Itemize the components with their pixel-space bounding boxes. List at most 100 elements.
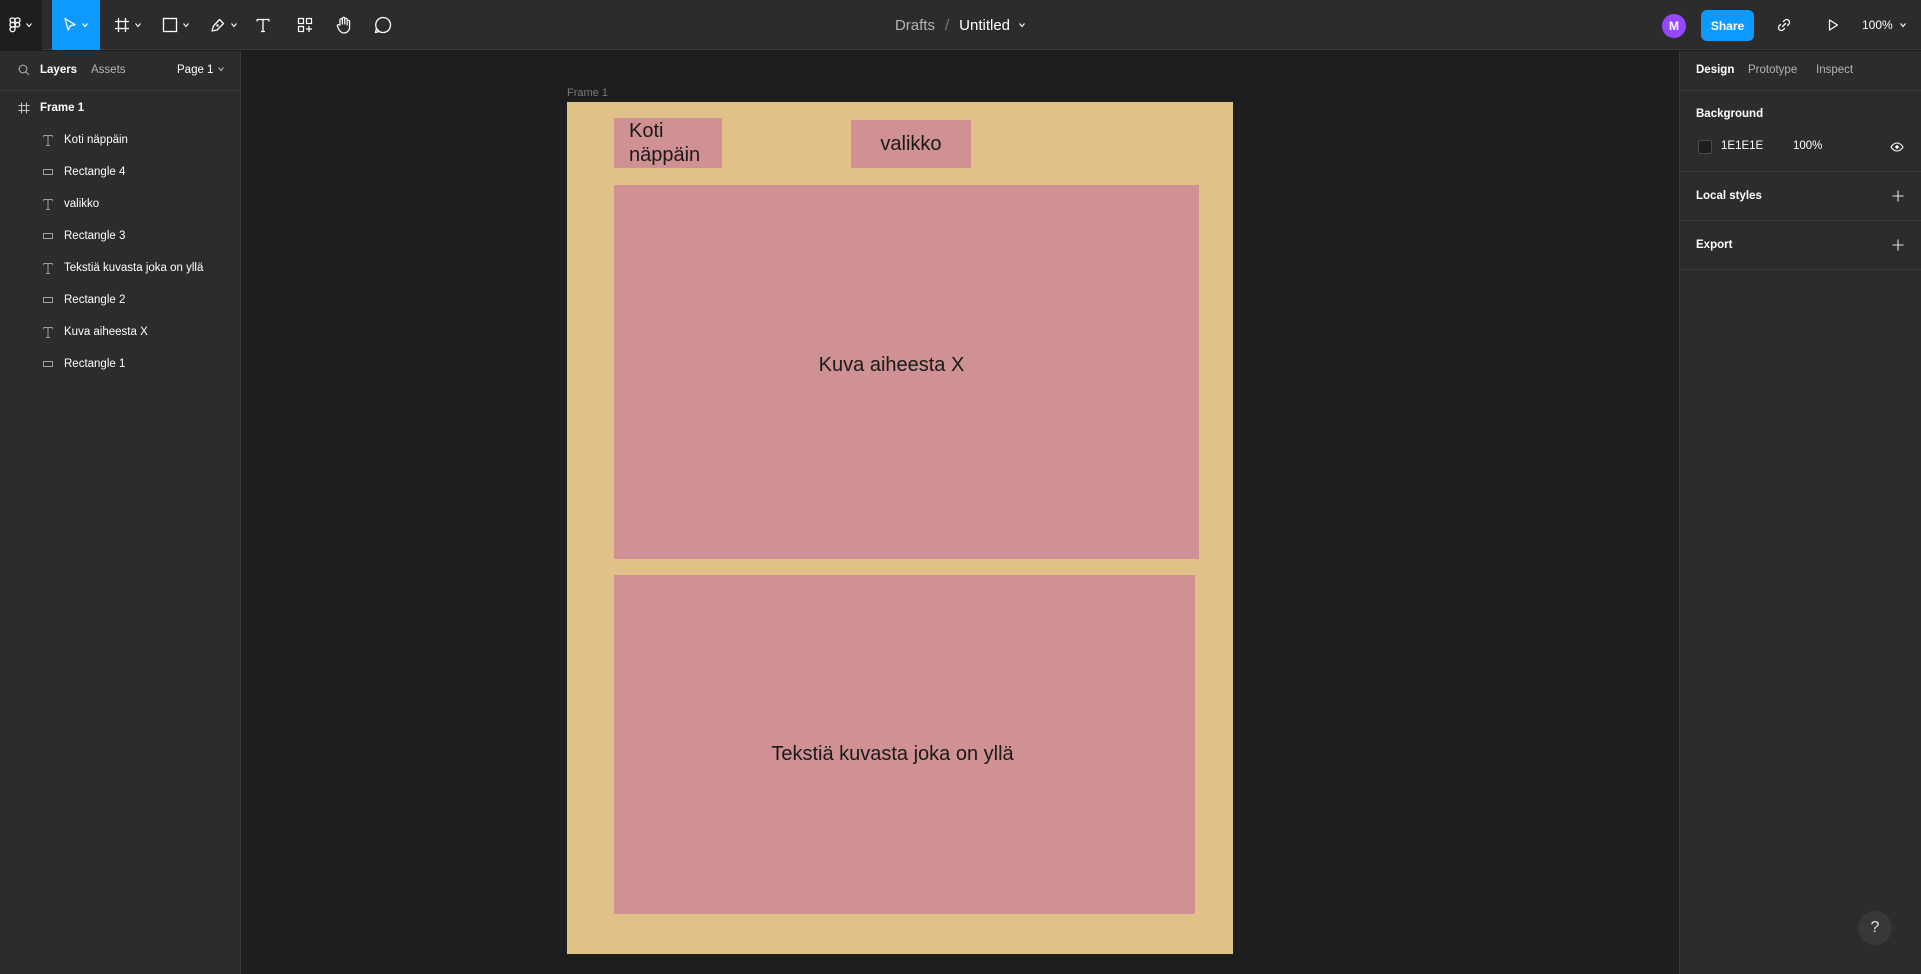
comment-tool-button[interactable] xyxy=(372,0,394,50)
zoom-dropdown[interactable]: 100% xyxy=(1862,0,1907,50)
file-name[interactable]: Untitled xyxy=(959,17,1010,34)
text-layer-icon xyxy=(41,197,55,211)
link-icon xyxy=(1777,18,1791,32)
move-tool-button[interactable] xyxy=(52,0,100,50)
layer-label: Tekstiä kuvasta joka on yllä xyxy=(64,262,204,274)
plus-icon[interactable] xyxy=(1891,238,1905,252)
tab-prototype[interactable]: Prototype xyxy=(1748,64,1797,76)
chevron-down-icon xyxy=(231,23,237,28)
kuva-aiheesta-x-text[interactable]: Kuva aiheesta X xyxy=(819,354,965,377)
koti-line-2: näppäin xyxy=(629,144,701,166)
layer-label: valikko xyxy=(64,198,100,210)
layers-panel: Layers Assets Page 1 Frame 1 Koti näppäi… xyxy=(0,51,241,974)
file-title: Drafts / Untitled xyxy=(0,0,1921,50)
hand-tool-button[interactable] xyxy=(333,0,355,50)
tekstia-kuvasta-text[interactable]: Tekstiä kuvasta joka on yllä xyxy=(771,743,1013,766)
layer-label: Rectangle 3 xyxy=(64,230,126,242)
layer-label: Rectangle 2 xyxy=(64,294,126,306)
text-layer-icon xyxy=(41,133,55,147)
breadcrumb-separator: / xyxy=(944,16,950,34)
frame-icon xyxy=(17,101,31,115)
properties-panel-tabs: Design Prototype Inspect xyxy=(1680,51,1921,91)
valikko-text[interactable]: valikko xyxy=(880,133,941,156)
hand-icon xyxy=(336,16,351,34)
text-layer-icon xyxy=(41,261,55,275)
rectangle-icon xyxy=(162,17,178,33)
rectangle-layer-icon xyxy=(41,357,55,371)
pen-tool-button[interactable] xyxy=(206,0,242,50)
tab-assets[interactable]: Assets xyxy=(91,64,126,76)
chevron-down-icon xyxy=(1899,23,1906,28)
share-button[interactable]: Share xyxy=(1701,10,1754,41)
play-icon xyxy=(1828,19,1839,31)
layer-frame-1[interactable]: Frame 1 xyxy=(0,92,240,124)
frame-label[interactable]: Frame 1 xyxy=(567,87,608,99)
main-menu-button[interactable] xyxy=(0,0,42,50)
layer-label: Rectangle 4 xyxy=(64,166,126,178)
rectangle-layer-icon xyxy=(41,165,55,179)
tab-design[interactable]: Design xyxy=(1696,64,1734,76)
text-layer-icon xyxy=(41,325,55,339)
layer-kuva-aiheesta-x[interactable]: Kuva aiheesta X xyxy=(0,316,240,348)
page-selector[interactable]: Page 1 xyxy=(177,64,225,76)
tab-inspect[interactable]: Inspect xyxy=(1816,64,1853,76)
resources-tool-button[interactable] xyxy=(294,0,316,50)
frame-icon xyxy=(115,18,129,32)
chevron-down-icon xyxy=(183,23,189,28)
chevron-down-icon[interactable] xyxy=(1018,21,1026,29)
copy-link-button[interactable] xyxy=(1773,0,1795,50)
export-heading: Export xyxy=(1696,239,1733,251)
text-icon xyxy=(256,18,270,33)
background-hex-field[interactable]: 1E1E1E xyxy=(1721,140,1763,152)
layer-label: Rectangle 1 xyxy=(64,358,126,370)
shape-tool-button[interactable] xyxy=(158,0,194,50)
layer-koti-nappain[interactable]: Koti näppäin xyxy=(0,124,240,156)
rectangle-4[interactable]: Koti näppäin xyxy=(614,118,722,168)
help-button[interactable]: ? xyxy=(1858,911,1892,945)
background-opacity-field[interactable]: 100% xyxy=(1793,140,1822,152)
chevron-down-icon xyxy=(135,23,141,28)
toolbar: Drafts / Untitled M Share 100% xyxy=(0,0,1921,50)
background-color-swatch[interactable] xyxy=(1698,140,1712,154)
chevron-down-icon xyxy=(217,67,224,72)
comment-icon xyxy=(374,16,392,34)
layer-label: Frame 1 xyxy=(40,102,85,114)
page-selector-label: Page 1 xyxy=(177,64,214,76)
frame-1[interactable]: Koti näppäin valikko Kuva aiheesta X Tek… xyxy=(567,102,1233,954)
search-icon[interactable] xyxy=(18,64,30,76)
pen-icon xyxy=(211,18,225,32)
layer-rectangle-3[interactable]: Rectangle 3 xyxy=(0,220,240,252)
rectangle-3[interactable]: valikko xyxy=(851,120,971,168)
layer-tekstia-kuvasta[interactable]: Tekstiä kuvasta joka on yllä xyxy=(0,252,240,284)
layer-rectangle-1[interactable]: Rectangle 1 xyxy=(0,348,240,380)
chevron-down-icon xyxy=(82,23,88,28)
plus-icon[interactable] xyxy=(1891,189,1905,203)
layer-label: Kuva aiheesta X xyxy=(64,326,148,338)
avatar[interactable]: M xyxy=(1662,14,1686,38)
koti-nappain-text[interactable]: Koti näppäin xyxy=(629,119,700,167)
components-icon xyxy=(297,17,313,33)
present-button[interactable] xyxy=(1822,0,1844,50)
rectangle-2[interactable]: Tekstiä kuvasta joka on yllä xyxy=(614,575,1195,914)
background-heading: Background xyxy=(1696,108,1764,120)
tab-layers[interactable]: Layers xyxy=(40,64,77,76)
cursor-icon xyxy=(64,17,76,31)
chevron-down-icon xyxy=(26,23,32,28)
background-section xyxy=(1680,92,1921,172)
layer-rectangle-4[interactable]: Rectangle 4 xyxy=(0,156,240,188)
breadcrumb-drafts[interactable]: Drafts xyxy=(895,17,935,34)
text-tool-button[interactable] xyxy=(252,0,274,50)
rectangle-layer-icon xyxy=(41,293,55,307)
frame-tool-button[interactable] xyxy=(110,0,146,50)
local-styles-heading: Local styles xyxy=(1696,190,1762,202)
layers-panel-tabs: Layers Assets Page 1 xyxy=(0,51,240,91)
eye-icon[interactable] xyxy=(1890,141,1904,153)
rectangle-layer-icon xyxy=(41,229,55,243)
rectangle-1[interactable]: Kuva aiheesta X xyxy=(614,185,1199,559)
layer-rectangle-2[interactable]: Rectangle 2 xyxy=(0,284,240,316)
properties-panel: Design Prototype Inspect Background 1E1E… xyxy=(1679,51,1921,974)
layer-valikko[interactable]: valikko xyxy=(0,188,240,220)
zoom-level: 100% xyxy=(1862,18,1893,32)
koti-line-1: Koti xyxy=(629,120,664,142)
figma-logo-icon xyxy=(9,17,21,33)
